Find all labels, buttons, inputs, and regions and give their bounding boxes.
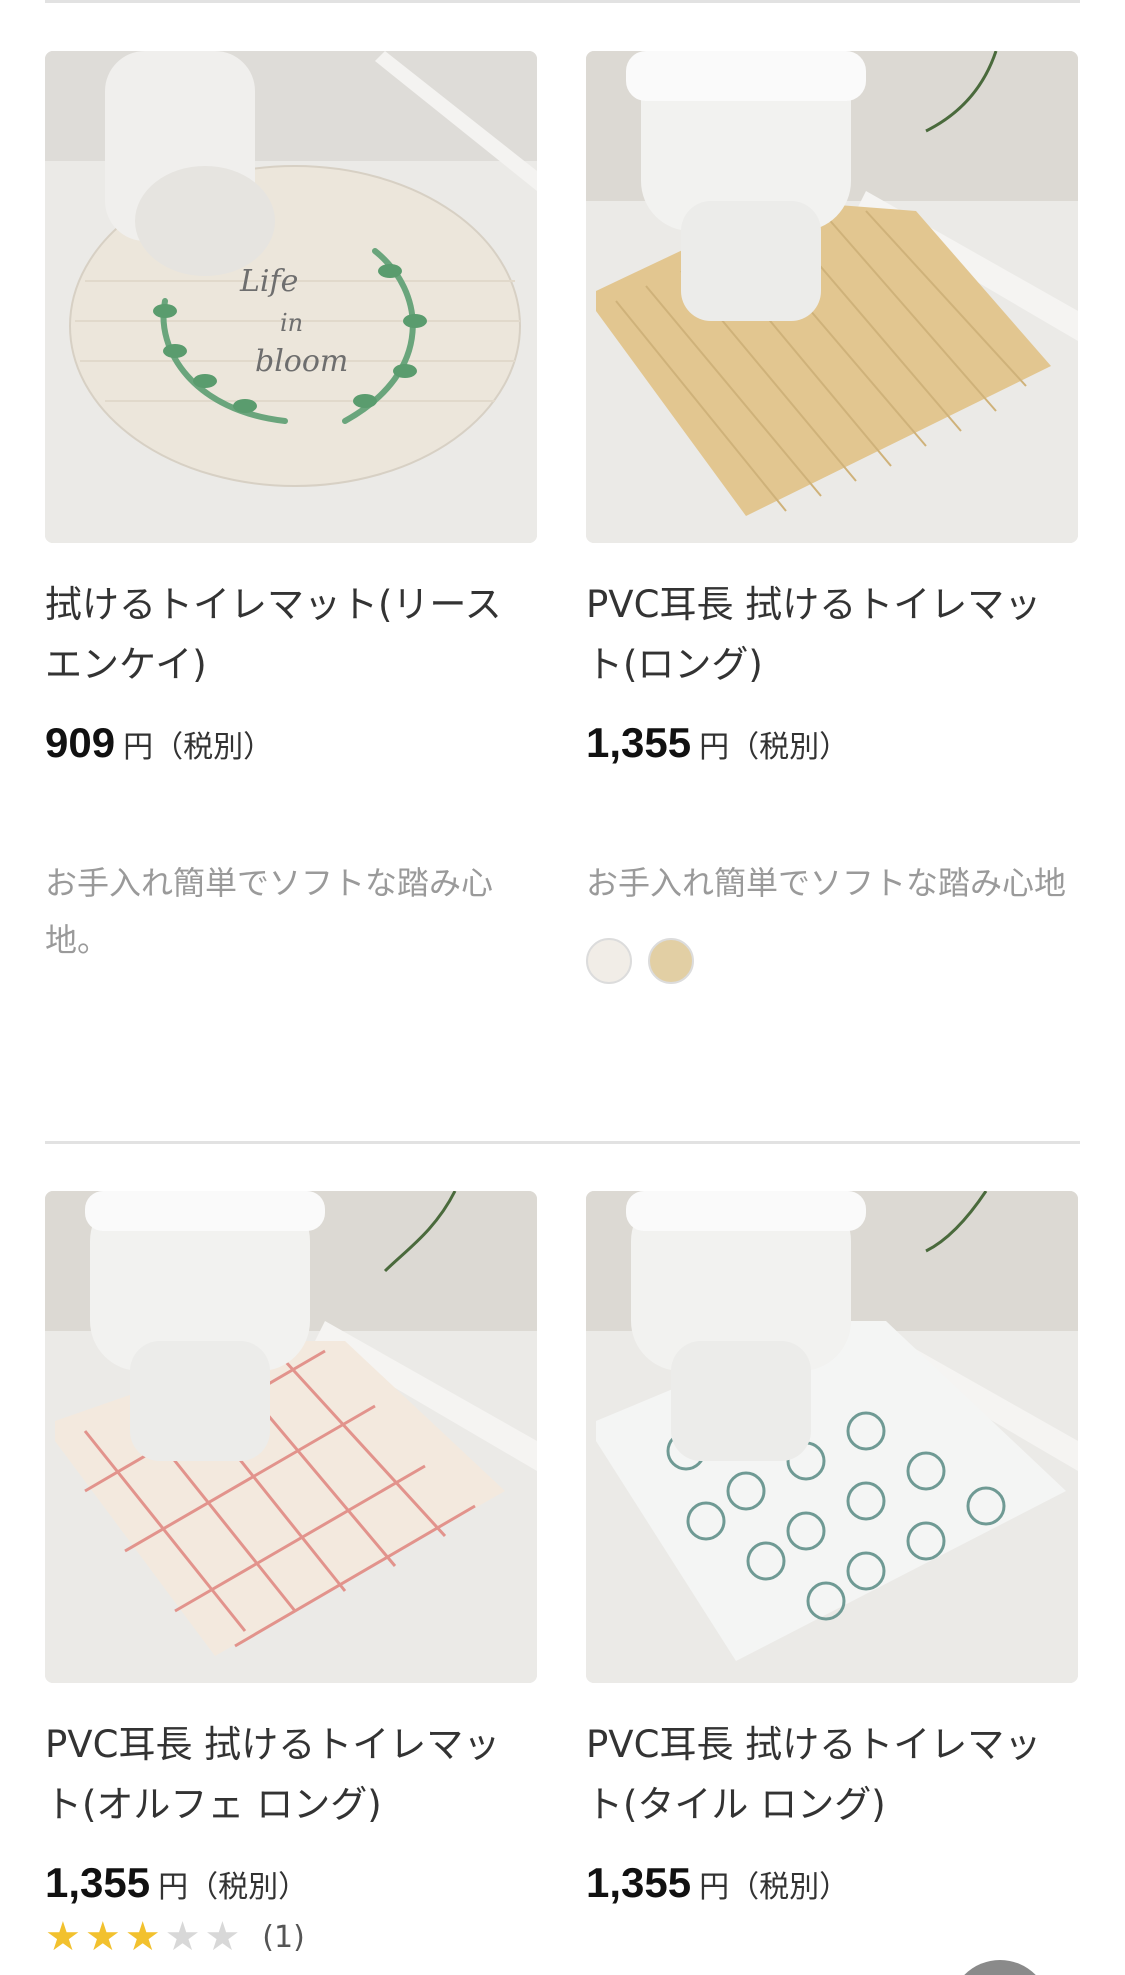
product-image[interactable] — [586, 1191, 1078, 1683]
price-row: 909 円 （税別） — [45, 719, 537, 767]
product-image[interactable] — [586, 51, 1078, 543]
price: 1,355 — [586, 1859, 692, 1906]
color-swatch-ivory[interactable] — [586, 938, 632, 984]
image-text-in: in — [280, 309, 303, 337]
tax-note: （税別） — [729, 730, 850, 765]
price-unit: 円 — [158, 1870, 189, 1905]
price-unit: 円 — [123, 730, 154, 765]
product-card[interactable]: Life in bloom 拭けるトイレマット(リースエンケイ) 909 円 （… — [45, 51, 537, 969]
tax-note: （税別） — [153, 730, 274, 765]
tax-note: （税別） — [729, 1870, 850, 1905]
image-text-life: Life — [239, 264, 298, 299]
star-rating: ★ ★ ★ ★ ★ (1) — [45, 1917, 537, 1957]
product-card[interactable]: PVC耳長 拭けるトイレマット(タイル ロング) 1,355 円 （税別） — [586, 1191, 1078, 1907]
star-filled-icon: ★ — [45, 1914, 81, 1960]
star-filled-icon: ★ — [84, 1914, 121, 1960]
product-description: お手入れ簡単でソフトな踏み心地 — [586, 864, 1067, 902]
product-card[interactable]: PVC耳長 拭けるトイレマット(ロング) 1,355 円 （税別） お手入れ簡単… — [586, 51, 1078, 984]
price-row: 1,355 円 （税別） — [45, 1859, 537, 1907]
row-divider — [45, 1141, 1080, 1144]
review-count[interactable]: (1) — [262, 1920, 305, 1955]
price: 909 — [45, 719, 116, 766]
product-title[interactable]: 拭けるトイレマット(リースエンケイ) — [45, 575, 537, 695]
product-image[interactable]: Life in bloom — [45, 51, 537, 543]
price: 1,355 — [586, 719, 692, 766]
star-filled-icon: ★ — [124, 1914, 161, 1960]
product-image[interactable] — [45, 1191, 537, 1683]
product-card[interactable]: PVC耳長 拭けるトイレマット(オルフェ ロング) 1,355 円 （税別） ★… — [45, 1191, 537, 1957]
price-unit: 円 — [699, 1870, 730, 1905]
price-row: 1,355 円 （税別） — [586, 719, 1078, 767]
price-row: 1,355 円 （税別） — [586, 1859, 1078, 1907]
image-text-bloom: bloom — [255, 344, 348, 379]
color-swatch-beige[interactable] — [648, 938, 694, 984]
star-empty-icon: ★ — [164, 1914, 201, 1960]
product-title[interactable]: PVC耳長 拭けるトイレマット(オルフェ ロング) — [45, 1715, 537, 1835]
top-divider — [45, 0, 1080, 3]
product-description: お手入れ簡単でソフトな踏み心地。 — [45, 864, 494, 959]
price: 1,355 — [45, 1859, 151, 1906]
price-unit: 円 — [699, 730, 730, 765]
scroll-to-top-button[interactable] — [950, 1960, 1050, 1975]
product-title[interactable]: PVC耳長 拭けるトイレマット(タイル ロング) — [586, 1715, 1078, 1835]
product-title[interactable]: PVC耳長 拭けるトイレマット(ロング) — [586, 575, 1078, 695]
star-empty-icon: ★ — [204, 1914, 241, 1960]
color-swatches — [586, 938, 1078, 984]
tax-note: （税別） — [188, 1870, 309, 1905]
